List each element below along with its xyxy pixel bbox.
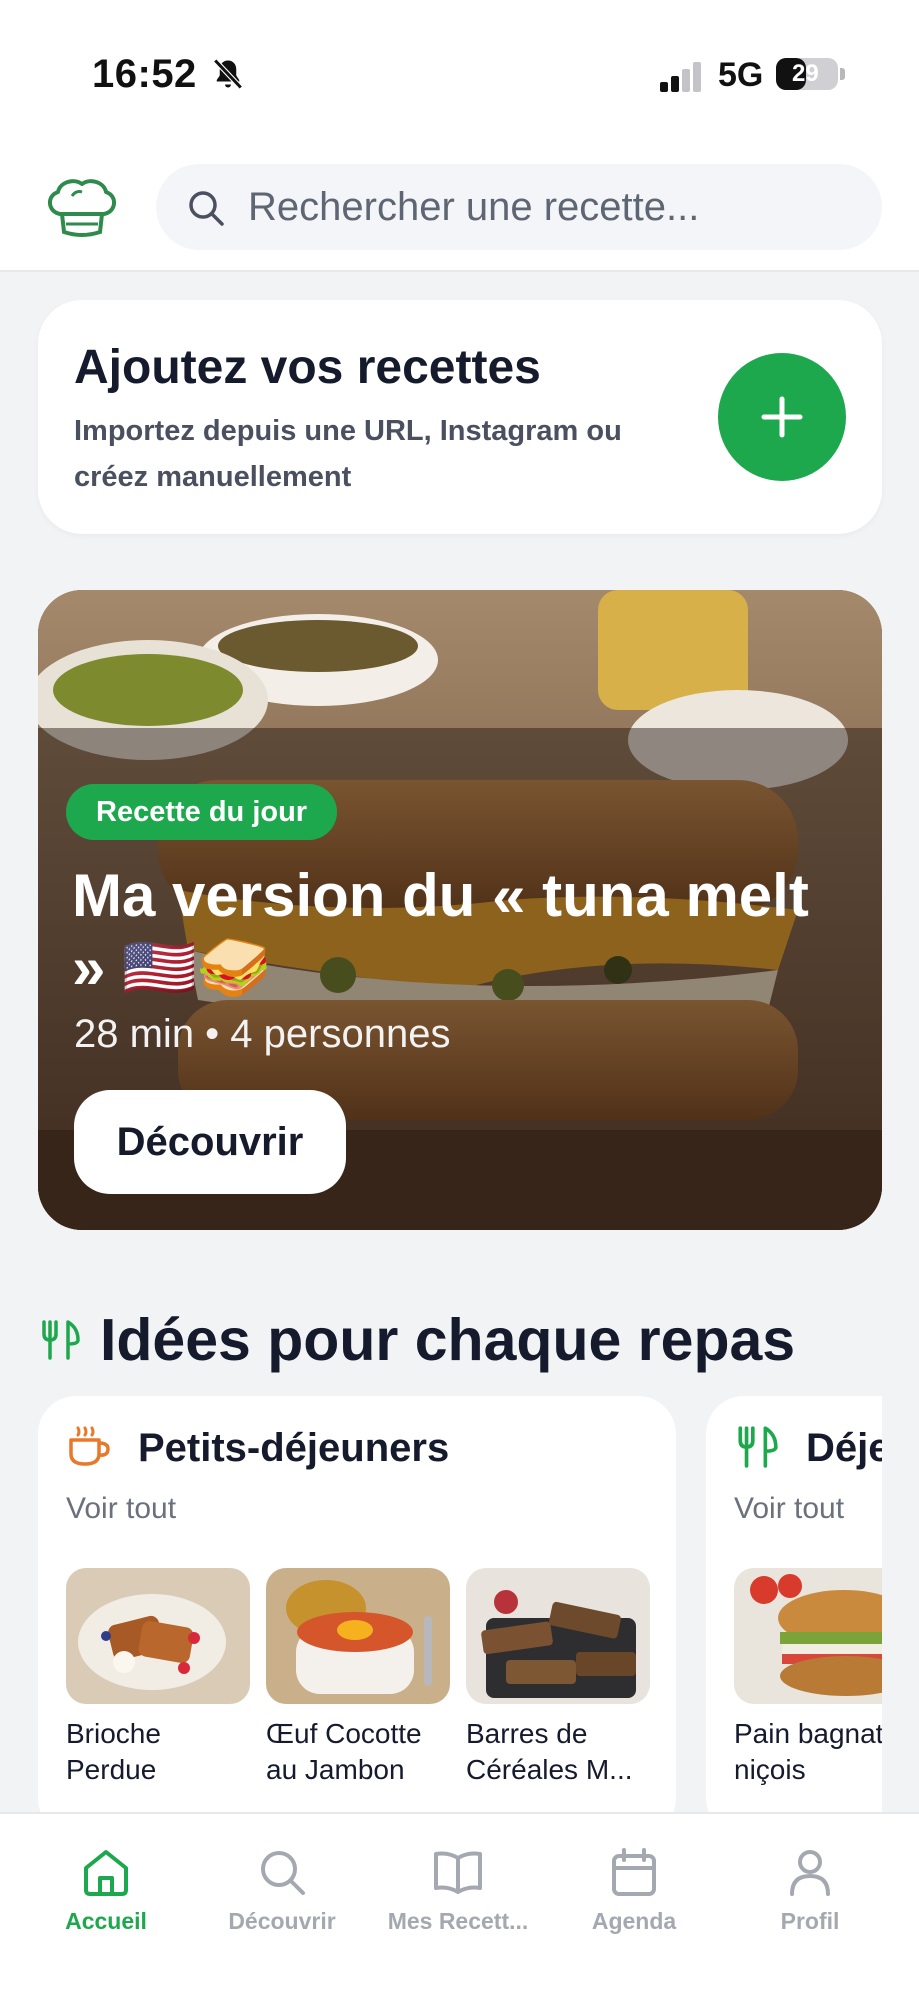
calendar-icon bbox=[612, 1848, 656, 1896]
app-header bbox=[0, 140, 919, 272]
signal-bars-icon bbox=[660, 62, 701, 92]
bell-slash-icon bbox=[213, 58, 243, 90]
fork-knife-icon bbox=[42, 1320, 80, 1360]
daily-recipe-title: Ma version du « tuna melt » 🇺🇸🥪 bbox=[72, 862, 809, 1001]
nav-label: Agenda bbox=[591, 1908, 677, 1934]
plus-icon bbox=[761, 396, 803, 438]
recipe-item-pain-bagnat[interactable]: Pain bagnat niçois bbox=[734, 1568, 882, 1788]
recipe-item-oeuf-cocotte[interactable]: Œuf Cocotte au Jambon bbox=[266, 1568, 450, 1788]
battery-level: 29 bbox=[792, 60, 819, 87]
add-recipes-subtitle: Importez depuis une URL, Instagram ou cr… bbox=[74, 415, 622, 493]
battery-indicator: 29 bbox=[776, 58, 838, 90]
nav-item-profile[interactable]: Profil bbox=[722, 1832, 898, 1952]
meal-category-card-breakfast[interactable]: Petits-déjeuners Voir tout Brioche Perdu… bbox=[38, 1396, 676, 1812]
home-icon bbox=[84, 1850, 128, 1896]
search-icon bbox=[189, 191, 224, 226]
add-recipes-card[interactable]: Ajoutez vos recettes Importez depuis une… bbox=[38, 300, 882, 534]
meal-categories-carousel[interactable]: Petits-déjeuners Voir tout Brioche Perdu… bbox=[0, 1396, 882, 1812]
add-recipe-button[interactable] bbox=[718, 353, 846, 481]
barres-cereales-photo bbox=[466, 1568, 650, 1704]
meal-category-title: Petits-déjeuners bbox=[138, 1426, 450, 1470]
nav-label: Mes Recett... bbox=[387, 1908, 529, 1934]
nav-label: Profil bbox=[780, 1908, 840, 1934]
meal-category-title: Déjeuners bbox=[806, 1426, 882, 1470]
see-all-link[interactable]: Voir tout bbox=[66, 1492, 176, 1526]
discover-button[interactable]: Découvrir bbox=[74, 1090, 346, 1194]
user-icon bbox=[790, 1850, 830, 1896]
search-bar[interactable] bbox=[156, 164, 882, 250]
nav-item-discover[interactable]: Découvrir bbox=[194, 1832, 370, 1952]
nav-item-my-recipes[interactable]: Mes Recett... bbox=[370, 1832, 546, 1952]
recipe-name: Pain bagnat niçois bbox=[734, 1718, 882, 1785]
meal-ideas-title: Idées pour chaque repas bbox=[100, 1307, 796, 1373]
recipe-of-the-day-card[interactable]: Recette du jour Ma version du « tuna mel… bbox=[38, 590, 882, 1230]
nav-item-agenda[interactable]: Agenda bbox=[546, 1832, 722, 1952]
nav-label: Accueil bbox=[65, 1908, 147, 1934]
recipe-of-the-day-badge: Recette du jour bbox=[66, 784, 338, 840]
search-input[interactable] bbox=[248, 164, 848, 250]
coffee-cup-icon bbox=[69, 1426, 110, 1466]
battery-tip bbox=[840, 68, 845, 80]
recipe-name: Brioche Perdue bbox=[66, 1718, 161, 1785]
see-all-link[interactable]: Voir tout bbox=[734, 1492, 844, 1526]
recipe-item-barres-cereales[interactable]: Barres de Céréales M... bbox=[466, 1568, 650, 1788]
oeuf-cocotte-photo bbox=[266, 1568, 450, 1704]
network-label: 5G bbox=[718, 56, 764, 94]
recipe-name: Barres de Céréales M... bbox=[466, 1718, 633, 1785]
add-recipes-title: Ajoutez vos recettes bbox=[74, 341, 541, 394]
recipe-name: Œuf Cocotte au Jambon bbox=[266, 1718, 422, 1785]
status-time: 16:52 bbox=[92, 52, 197, 96]
meal-category-card-lunch[interactable]: Déjeuners Voir tout Pain bagnat niçois bbox=[706, 1396, 882, 1812]
daily-recipe-meta: 28 min • 4 personnes bbox=[74, 1012, 451, 1056]
fork-knife-icon bbox=[738, 1426, 778, 1468]
status-bar: 16:52 5G 29 bbox=[0, 0, 919, 140]
search-icon bbox=[261, 1851, 305, 1895]
nav-item-home[interactable]: Accueil bbox=[18, 1832, 194, 1952]
nav-label: Découvrir bbox=[228, 1908, 336, 1934]
pain-bagnat-photo bbox=[734, 1568, 882, 1704]
recipe-item-brioche-perdue[interactable]: Brioche Perdue bbox=[66, 1568, 250, 1788]
book-icon bbox=[434, 1851, 482, 1894]
brioche-perdue-photo bbox=[66, 1568, 250, 1704]
bottom-navigation: Accueil Découvrir Mes Recett... Agenda P… bbox=[0, 1812, 919, 2000]
chef-hat-icon[interactable] bbox=[42, 174, 122, 240]
